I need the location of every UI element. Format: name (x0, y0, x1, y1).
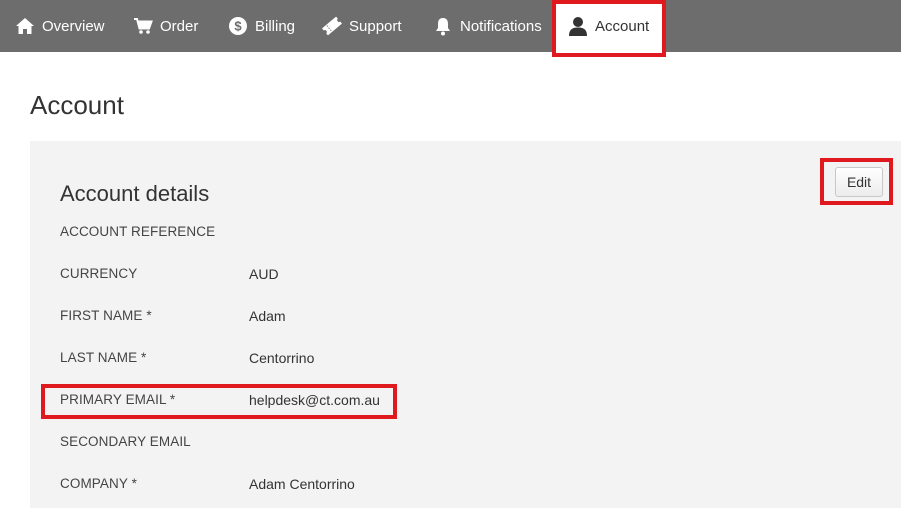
field-label: CURRENCY (60, 266, 138, 281)
nav-item-support[interactable]: Support (321, 0, 402, 52)
top-navbar: Overview Order $ Billing Support Notific… (0, 0, 901, 52)
field-last-name: LAST NAME * Centorrino (60, 348, 760, 368)
field-secondary-email: SECONDARY EMAIL (60, 432, 760, 452)
page-title: Account (30, 90, 124, 120)
nav-item-label: Billing (255, 17, 296, 35)
field-value: Adam Centorrino (249, 476, 355, 492)
field-label: SECONDARY EMAIL (60, 434, 191, 449)
field-value: Centorrino (249, 350, 315, 366)
nav-item-label: Notifications (460, 17, 542, 35)
field-value: helpdesk@ct.com.au (249, 392, 380, 408)
ticket-icon (321, 15, 343, 37)
field-first-name: FIRST NAME * Adam (60, 306, 760, 326)
nav-item-label: Order (160, 17, 199, 35)
field-primary-email: PRIMARY EMAIL * helpdesk@ct.com.au (60, 390, 760, 410)
nav-item-notifications[interactable]: Notifications (432, 0, 542, 52)
cart-icon (132, 15, 154, 37)
nav-item-label: Support (349, 17, 402, 35)
nav-item-billing[interactable]: $ Billing (227, 0, 295, 52)
field-label: FIRST NAME * (60, 308, 152, 323)
dollar-icon: $ (227, 15, 249, 37)
nav-item-order[interactable]: Order (132, 0, 198, 52)
nav-item-label: Account (595, 17, 650, 35)
home-icon (14, 15, 36, 37)
field-label: ACCOUNT REFERENCE (60, 224, 216, 239)
account-details-panel: Account details Edit ACCOUNT REFERENCE C… (30, 141, 901, 508)
user-icon (567, 15, 589, 37)
field-company: COMPANY * Adam Centorrino (60, 474, 760, 494)
field-label: COMPANY * (60, 476, 137, 491)
nav-item-overview[interactable]: Overview (14, 0, 105, 52)
bell-icon (432, 15, 454, 37)
svg-text:$: $ (234, 19, 242, 34)
nav-item-account[interactable]: Account (552, 0, 665, 52)
field-label: PRIMARY EMAIL * (60, 392, 176, 407)
nav-item-label: Overview (42, 17, 105, 35)
field-currency: CURRENCY AUD (60, 264, 760, 284)
field-account-reference: ACCOUNT REFERENCE (60, 222, 760, 242)
field-value: AUD (249, 266, 279, 282)
field-value: Adam (249, 308, 286, 324)
edit-button[interactable]: Edit (835, 167, 883, 197)
field-label: LAST NAME * (60, 350, 147, 365)
section-title: Account details (60, 181, 210, 206)
